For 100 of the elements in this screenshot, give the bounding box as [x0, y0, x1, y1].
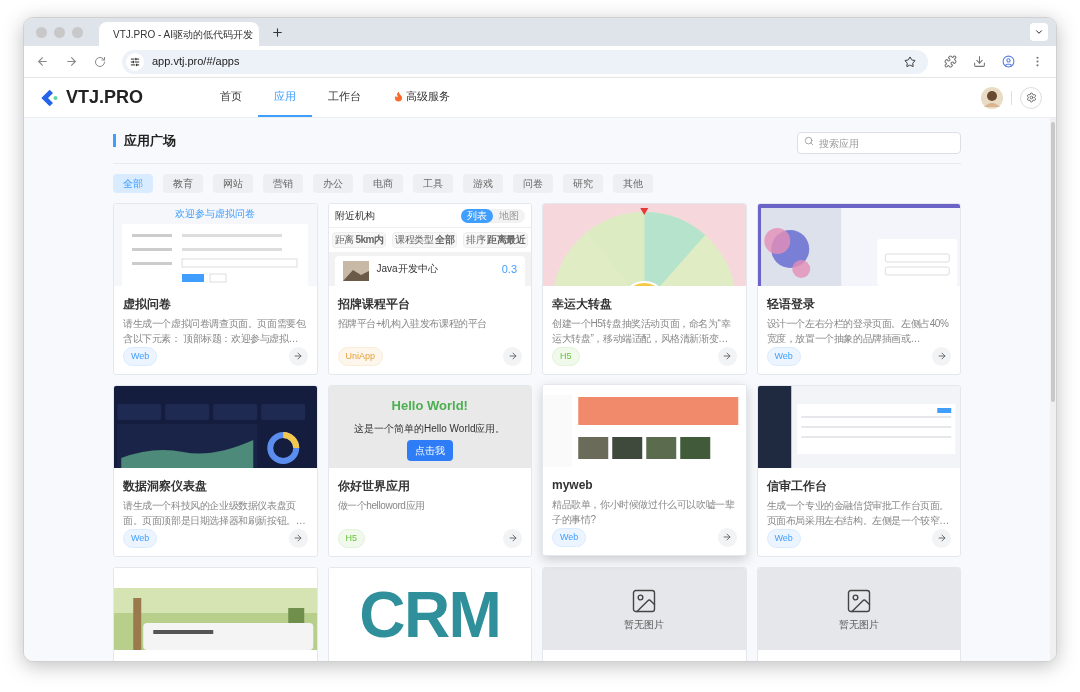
reload-icon[interactable]	[94, 55, 106, 68]
search-field[interactable]: 搜索应用	[797, 132, 961, 154]
settings-icon	[1025, 92, 1037, 103]
category-chip[interactable]: 问卷	[513, 174, 553, 193]
address-bar[interactable]: app.vtj.pro/#/apps	[122, 49, 928, 74]
search-icon	[804, 135, 814, 146]
app-description: 招牌平台+机构入驻发布课程的平台	[337, 317, 488, 331]
open-button[interactable]	[932, 346, 951, 366]
platform-tag: Web	[766, 346, 801, 366]
app-card[interactable]: CRM	[327, 567, 532, 661]
open-button[interactable]	[503, 346, 522, 366]
arrow-right-icon	[722, 532, 732, 543]
app-card[interactable]: 暂无图片	[756, 567, 961, 661]
thumb-heading: Hello World!	[391, 397, 468, 415]
nav-tab[interactable]: 工作台	[312, 78, 377, 117]
empty-image-text: 暂无图片	[838, 617, 879, 632]
arrow-right-icon	[936, 351, 947, 362]
app-title: 信审工作台	[766, 478, 828, 495]
open-button[interactable]	[717, 527, 737, 547]
filter-chip: 排序 距离最近	[463, 232, 528, 248]
app-card[interactable]: Hello World! 这是一个简单的Hello World应用。 点击我 你好世界应用 做一个helloword应用 H5	[327, 385, 532, 557]
open-button[interactable]	[932, 528, 951, 548]
app-card[interactable]: 欢迎参与虚拟问卷 虚拟问卷 请生成一个虚拟问卷调查页面。页面需要包含以下元素： 顶部标题：欢迎参与虚拟… Web	[113, 203, 318, 375]
arrow-right-icon	[936, 533, 947, 544]
category-chip[interactable]: 办公	[313, 174, 353, 193]
open-button[interactable]	[288, 528, 308, 548]
toggle-option: 地图	[493, 208, 525, 223]
crm-logo: CRM	[359, 580, 501, 650]
tab-list-button[interactable]	[1030, 23, 1048, 41]
site-settings-button[interactable]	[126, 52, 144, 71]
app-card[interactable]: 轻语登录 设计一个左右分栏的登录页面。左侧占40% 宽度，放置一个抽象的品牌插画或… Web	[756, 203, 961, 375]
app-description: 创建一个H5转盘抽奖活动页面，命名为“幸运大转盘”，移动端适配，风格清新渐变…	[552, 317, 732, 346]
bookmark-star-icon[interactable]	[904, 55, 916, 68]
nav-tab[interactable]: 首页	[204, 78, 258, 117]
scrollbar[interactable]	[1050, 118, 1056, 661]
app-card[interactable]: 暂无图片	[542, 567, 747, 661]
thumb-heading: 附近机构	[334, 209, 375, 223]
browser-tab[interactable]: VTJ.PRO - AI驱动的低代码开发	[99, 22, 259, 46]
extensions-icon[interactable]	[944, 55, 957, 68]
nav-tab[interactable]: 高级服务	[377, 78, 466, 117]
filter-chip: 课程类型 全部	[392, 232, 458, 248]
open-button[interactable]	[717, 346, 737, 366]
thumb-button: 点击我	[406, 439, 453, 461]
forward-icon[interactable]	[65, 55, 78, 68]
item-title: Java开发中心	[376, 262, 439, 276]
category-chip[interactable]: 其他	[613, 174, 653, 193]
profile-icon[interactable]	[1002, 55, 1015, 68]
category-chip[interactable]: 营销	[263, 174, 303, 193]
app-description: 生成一个专业的金融信贷审批工作台页面。页面布局采用左右结构。左侧是一个较窄…	[766, 499, 950, 528]
category-chip[interactable]: 网站	[213, 174, 253, 193]
back-icon[interactable]	[36, 55, 49, 68]
arrow-right-icon	[507, 351, 518, 362]
platform-tag: Web	[123, 528, 158, 548]
thumb-heading: 欢迎参与虚拟问卷	[175, 208, 256, 220]
distance: 0.3	[501, 262, 517, 277]
url-text: app.vtj.pro/#/apps	[152, 54, 241, 70]
app-card[interactable]: 数据洞察仪表盘 请生成一个科技风的企业级数据仪表盘页面。页面顶部是日期选择器和刷新按钮。… Web	[113, 385, 318, 557]
app-card[interactable]: 附近机构 列表 地图 距离 5km内 课程类型 全部 排序 距离最近 Java开发中心 0.3 招牌课程平台 招牌平台+机构入驻发布课程的平台 UniApp	[327, 203, 532, 375]
platform-tag: Web	[123, 346, 158, 366]
category-chip[interactable]: 教育	[163, 174, 203, 193]
category-chip[interactable]: 电商	[363, 174, 403, 193]
new-tab-icon[interactable]	[271, 25, 284, 39]
app-card[interactable]: 幸运大转盘 创建一个H5转盘抽奖活动页面，命名为“幸运大转盘”，移动端适配，风格清新渐变… H5	[542, 203, 747, 375]
category-chip[interactable]: 研究	[563, 174, 603, 193]
thumb-text: 这是一个简单的Hello World应用。	[354, 421, 506, 436]
app-title: myweb	[552, 477, 594, 494]
brand-name: VTJ.PRO	[66, 86, 145, 109]
platform-tag: H5	[552, 346, 580, 366]
platform-tag: H5	[337, 528, 365, 548]
app-title: 虚拟问卷	[123, 296, 172, 313]
arrow-right-icon	[507, 533, 518, 544]
open-button[interactable]	[288, 346, 308, 366]
app-description: 请生成一个虚拟问卷调查页面。页面需要包含以下元素： 顶部标题：欢迎参与虚拟…	[123, 317, 307, 346]
category-chip[interactable]: 工具	[413, 174, 453, 193]
download-icon[interactable]	[973, 55, 986, 68]
filter-chip: 距离 5km内	[331, 232, 387, 248]
app-title: 幸运大转盘	[552, 296, 613, 313]
app-description: 精品歌单，你小时候做过什么可以吹嘘一辈子的事情?	[552, 498, 736, 527]
app-description: 请生成一个科技风的企业级数据仪表盘页面。页面顶部是日期选择器和刷新按钮。…	[123, 499, 307, 528]
open-button[interactable]	[503, 528, 522, 548]
platform-tag: Web	[766, 528, 801, 548]
app-title: 你好世界应用	[337, 478, 411, 495]
avatar[interactable]	[981, 86, 1003, 109]
arrow-right-icon	[293, 351, 303, 362]
tab-title: VTJ.PRO - AI驱动的低代码开发	[113, 27, 253, 42]
app-description: 做一个helloword应用	[337, 499, 426, 513]
app-description: 设计一个左右分栏的登录页面。左侧占40% 宽度，放置一个抽象的品牌插画或…	[766, 317, 950, 346]
app-card[interactable]: 信审工作台 生成一个专业的金融信贷审批工作台页面。页面布局采用左右结构。左侧是一个较窄… Web	[756, 385, 961, 557]
app-title: 数据洞察仪表盘	[123, 478, 208, 495]
platform-tag: Web	[552, 527, 587, 547]
chevron-down-icon	[1034, 27, 1044, 37]
category-chip[interactable]: 游戏	[463, 174, 503, 193]
app-title: 轻语登录	[766, 296, 816, 313]
arrow-right-icon	[722, 351, 732, 362]
app-card[interactable]: myweb 精品歌单，你小时候做过什么可以吹嘘一辈子的事情? Web	[542, 384, 747, 556]
arrow-right-icon	[293, 533, 303, 544]
toggle-option: 列表	[461, 208, 493, 223]
platform-tag: UniApp	[337, 346, 384, 366]
app-title: 招牌课程平台	[337, 296, 411, 313]
empty-image-text: 暂无图片	[624, 617, 665, 632]
